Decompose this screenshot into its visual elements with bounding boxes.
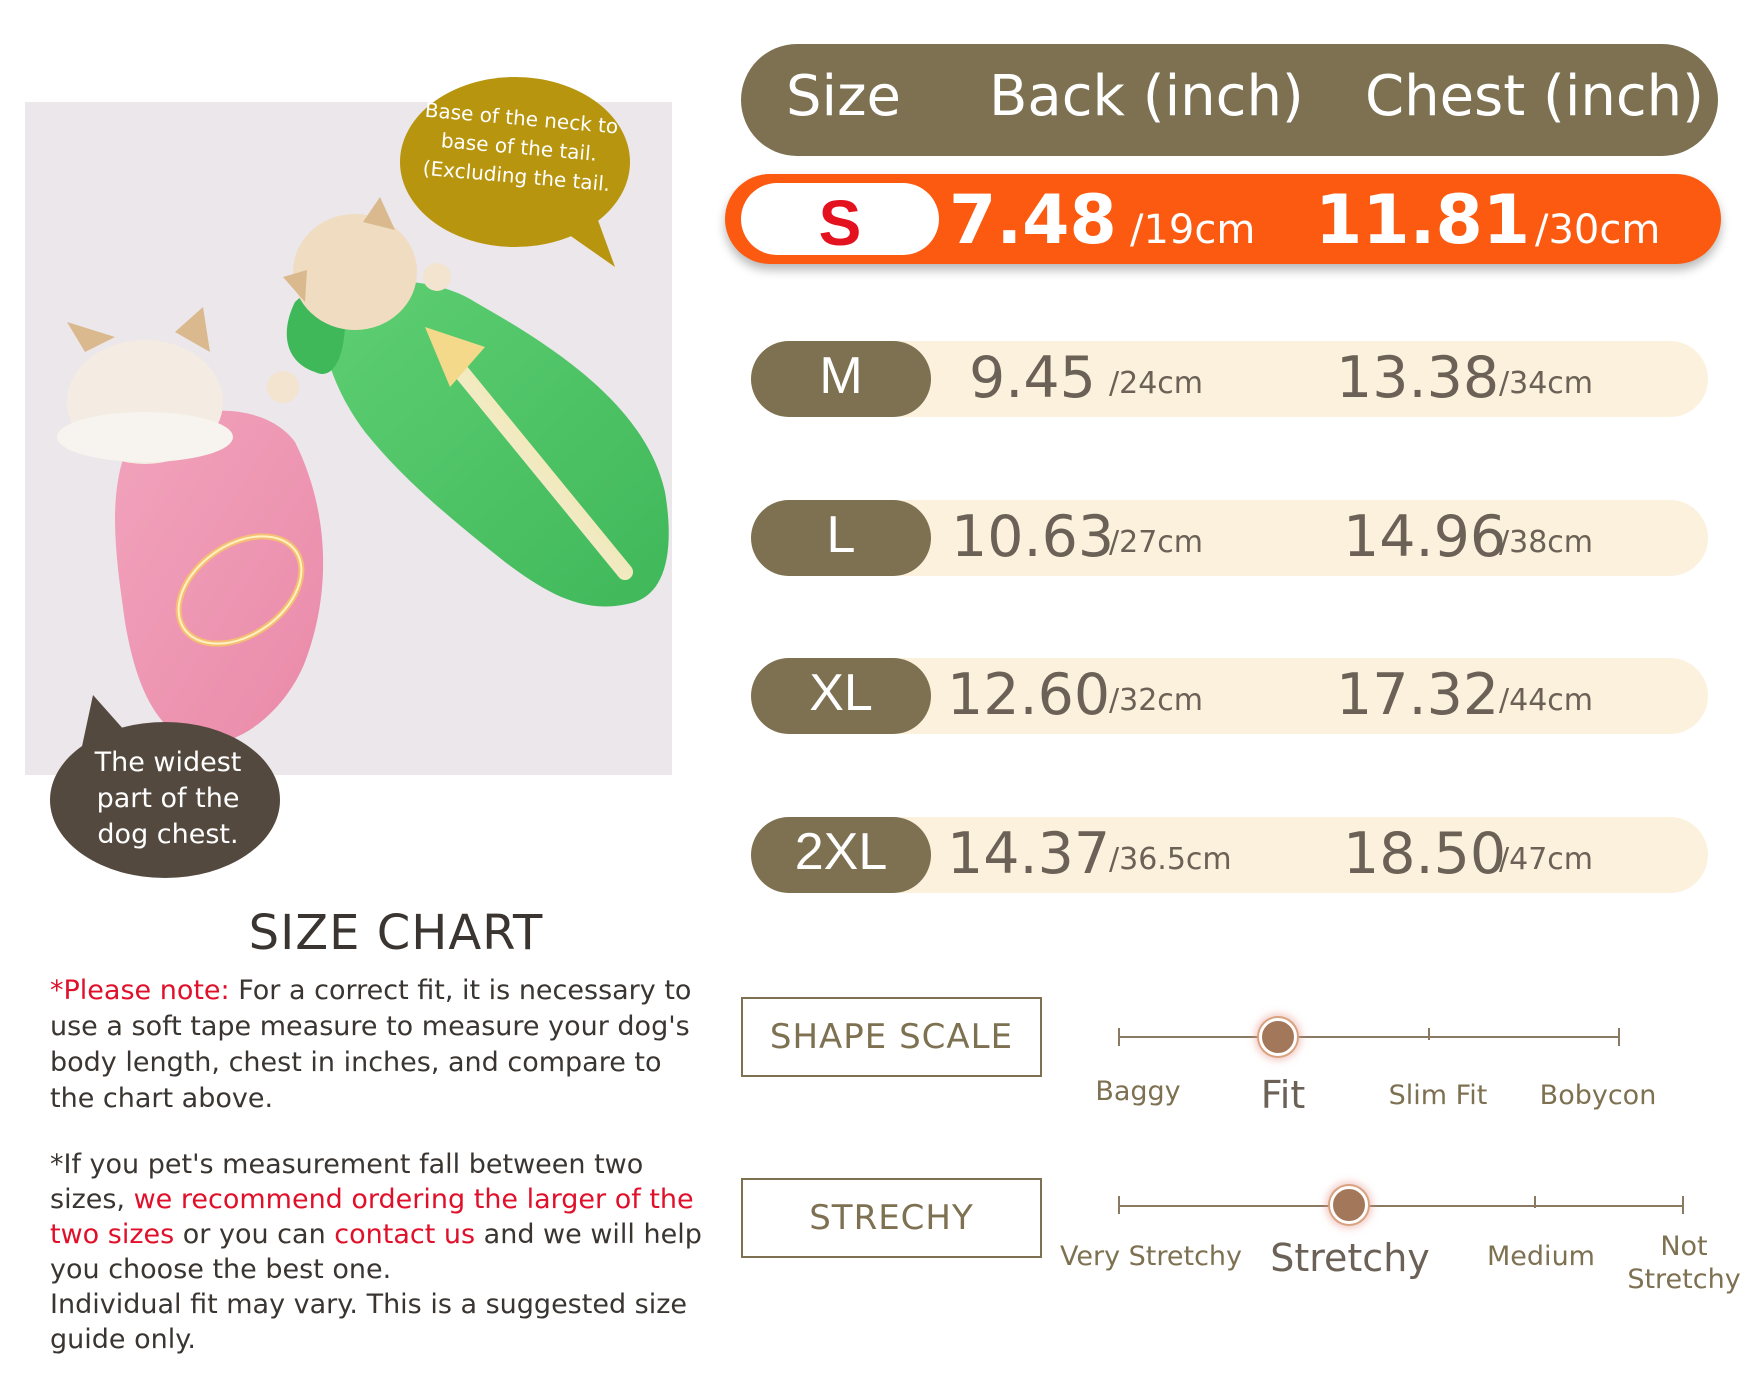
size-badge: XL: [751, 658, 931, 734]
shape-option-baggy: Baggy: [1095, 1076, 1181, 1107]
stretch-option-not-stretchy: Not Stretchy: [1627, 1231, 1741, 1295]
size-row-m: M 9.45 /24cm 13.38 /34cm: [751, 341, 1708, 417]
back-inch: 12.60: [947, 662, 1111, 728]
header-chest: Chest (inch): [1365, 64, 1705, 129]
chest-inch: 14.96: [1343, 504, 1507, 570]
shape-option-slim-fit: Slim Fit: [1388, 1080, 1488, 1111]
size-tip: *If you pet's measurement fall between t…: [50, 1147, 720, 1357]
size-table-header: Size Back (inch) Chest (inch): [741, 44, 1718, 156]
shape-option-fit: Fit: [1260, 1073, 1306, 1117]
back-cm: /36.5cm: [1109, 842, 1232, 877]
scale-tick: [1118, 1028, 1120, 1046]
size-chart-title: SIZE CHART: [248, 905, 544, 961]
back-cm: /24cm: [1109, 366, 1203, 401]
size-row-l: L 10.63 /27cm 14.96 /38cm: [751, 500, 1708, 576]
stretch-option-stretchy: Stretchy: [1270, 1236, 1430, 1280]
scale-tick: [1682, 1196, 1684, 1214]
chest-inch: 18.50: [1343, 821, 1507, 887]
back-cm: /32cm: [1109, 683, 1203, 718]
chest-cm: /38cm: [1499, 525, 1593, 560]
tip-text-2: or you can: [174, 1219, 335, 1250]
chest-cm: /34cm: [1499, 366, 1593, 401]
back-cm: /27cm: [1109, 525, 1203, 560]
back-length-callout: Base of the neck to base of the tail. (E…: [395, 72, 635, 267]
size-row-2xl: 2XL 14.37 /36.5cm 18.50 /47cm: [751, 817, 1708, 893]
scale-tick: [1618, 1028, 1620, 1046]
size-label: 2XL: [794, 823, 888, 881]
size-badge: S: [741, 183, 939, 259]
back-cm: /19cm: [1130, 207, 1256, 253]
disclaimer: Individual fit may vary. This is a sugge…: [50, 1289, 688, 1355]
size-label: S: [818, 187, 862, 259]
header-size: Size: [786, 64, 901, 129]
chest-callout: The widest part of the dog chest.: [48, 695, 283, 880]
chest-cm: /30cm: [1535, 207, 1661, 253]
back-inch: 14.37: [947, 821, 1111, 887]
back-inch: 9.45: [969, 345, 1096, 411]
size-label: L: [826, 506, 856, 564]
chest-cm: /44cm: [1499, 683, 1593, 718]
shape-scale-label: SHAPE SCALE: [741, 997, 1042, 1077]
stretch-scale-track: [1118, 1205, 1684, 1207]
scale-tick: [1118, 1196, 1120, 1214]
note-prefix: *Please note:: [50, 975, 230, 1006]
scale-tick: [1428, 1028, 1430, 1040]
chest-inch: 11.81: [1315, 181, 1531, 260]
chest-inch: 17.32: [1336, 662, 1500, 728]
size-label: XL: [809, 664, 873, 722]
scale-tick: [1534, 1196, 1536, 1208]
shape-scale-track: [1118, 1036, 1620, 1038]
header-back: Back (inch): [989, 64, 1304, 129]
stretch-scale-label: STRECHY: [741, 1178, 1042, 1258]
stretch-option-medium: Medium: [1487, 1241, 1595, 1272]
back-inch: 10.63: [951, 504, 1115, 570]
stretch-option-very-stretchy: Very Stretchy: [1060, 1241, 1243, 1272]
back-length-callout-text: Base of the neck to base of the tail. (E…: [421, 97, 620, 197]
size-badge: M: [751, 341, 931, 417]
size-row-xl: XL 12.60 /32cm 17.32 /44cm: [751, 658, 1708, 734]
contact-us-link[interactable]: contact us: [334, 1219, 475, 1250]
chest-cm: /47cm: [1499, 842, 1593, 877]
size-badge: 2XL: [751, 817, 931, 893]
chest-callout-text: The widest part of the dog chest.: [94, 747, 242, 850]
size-row-s: S 7.48 /19cm 11.81 /30cm: [725, 174, 1721, 264]
chest-inch: 13.38: [1336, 345, 1500, 411]
size-badge: L: [751, 500, 931, 576]
size-label: M: [819, 347, 863, 405]
stretch-scale-marker: [1330, 1186, 1368, 1224]
shape-option-bobycon: Bobycon: [1539, 1080, 1657, 1111]
back-inch: 7.48: [949, 181, 1117, 260]
shape-scale-marker: [1259, 1018, 1297, 1056]
fit-note: *Please note: For a correct fit, it is n…: [50, 973, 710, 1117]
